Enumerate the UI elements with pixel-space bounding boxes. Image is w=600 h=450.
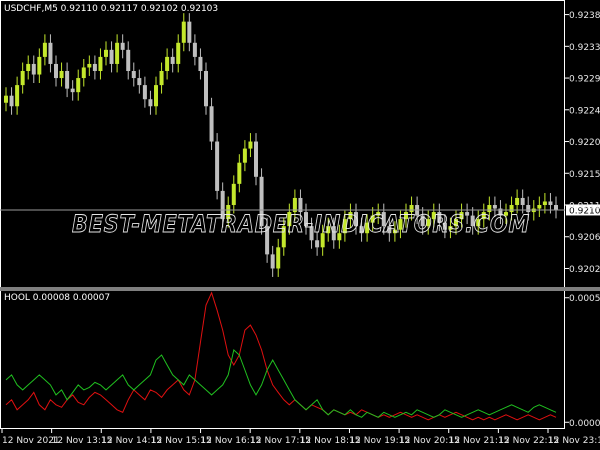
candle-body xyxy=(81,67,86,79)
candle-body xyxy=(20,71,25,86)
price-tick-label: 0.92110 xyxy=(569,202,600,212)
price-tick-label: 0.92020 xyxy=(569,265,600,275)
price-tick-label: 0.92290 xyxy=(569,75,600,85)
candle-body xyxy=(237,162,242,184)
candle-body xyxy=(120,42,125,50)
candle-body xyxy=(65,71,70,89)
candle-body xyxy=(31,63,36,75)
time-tick-label: 12 Nov 23:15 xyxy=(548,436,600,446)
candle-body xyxy=(26,63,31,72)
candle-body xyxy=(76,78,81,93)
candle-body xyxy=(109,49,114,64)
candle-body xyxy=(98,56,103,72)
candle-body xyxy=(165,56,170,72)
candle-body xyxy=(92,63,97,72)
indicator-lines-group xyxy=(5,291,557,421)
pane-separator[interactable] xyxy=(0,287,600,291)
candle-body xyxy=(70,88,75,93)
candle-body xyxy=(554,205,558,210)
candle-body xyxy=(87,63,92,68)
candle-body xyxy=(154,85,158,107)
candle-body xyxy=(537,205,542,209)
candle-body xyxy=(204,71,208,107)
candle-body xyxy=(159,71,164,86)
candle-body xyxy=(254,141,258,177)
candle-body xyxy=(137,78,142,86)
candle-body xyxy=(492,205,497,209)
price-tick-label: 0.92245 xyxy=(569,106,600,116)
candle-body xyxy=(48,42,53,64)
candle-body xyxy=(276,247,281,269)
watermark-text: BEST-METATRADER-INDICATORS.COM xyxy=(72,210,530,238)
time-axis: 12 Nov 202112 Nov 13:1512 Nov 14:1512 No… xyxy=(1,429,600,446)
candle-body xyxy=(215,141,220,191)
price-axis: 0.92380 0.92335 0.92290 0.92245 0.92200 0.921… xyxy=(565,11,600,275)
price-tick-label: 0.92155 xyxy=(569,170,600,180)
candle-body xyxy=(15,85,20,107)
candle-body xyxy=(42,42,47,57)
indicator-line-2 xyxy=(5,349,557,418)
price-tick-label: 0.92065 xyxy=(569,233,600,243)
candle-body xyxy=(231,183,236,206)
candle-body xyxy=(198,56,203,72)
indicator-title: HOOL 0.00008 0.00007 xyxy=(4,293,110,303)
candle-body xyxy=(542,201,547,206)
candle-body xyxy=(248,141,253,149)
price-tick-label: 0.92335 xyxy=(569,43,600,53)
indicator-pane-frame xyxy=(0,290,565,429)
candle-body xyxy=(148,99,153,107)
candle-body xyxy=(515,197,520,206)
chart-canvas[interactable]: 0.92103 0.923800.923350.922900.922450.92… xyxy=(0,0,600,450)
price-tick-label: 0.92200 xyxy=(569,138,600,148)
candle-body xyxy=(192,42,197,57)
candle-body xyxy=(54,63,58,79)
candle-body xyxy=(548,201,553,206)
candle-body xyxy=(104,49,108,57)
candle-body xyxy=(187,21,192,43)
indicator-line-1 xyxy=(5,291,557,421)
candle-body xyxy=(520,197,525,206)
candle-body xyxy=(270,254,275,269)
candle-body xyxy=(315,240,320,248)
candle-body xyxy=(170,56,175,64)
candle-body xyxy=(176,42,181,64)
candle-body xyxy=(131,71,136,79)
candle-body xyxy=(59,71,64,79)
candle-body xyxy=(242,148,247,163)
candle-body xyxy=(209,106,214,142)
candle-body xyxy=(142,85,147,100)
candle-body xyxy=(37,56,42,75)
price-tick-label: 0.92380 xyxy=(569,11,600,21)
candle-body xyxy=(115,42,120,64)
indicator-tick-label: 0.00053 xyxy=(569,294,600,304)
candle-body xyxy=(4,95,8,103)
candle-body xyxy=(9,95,14,107)
candle-body xyxy=(181,21,186,43)
main-chart-title: USDCHF,M5 0.92110 0.92117 0.92102 0.9210… xyxy=(4,4,218,14)
indicator-tick-label: 0.00003 xyxy=(569,419,600,429)
candle-body xyxy=(126,49,131,72)
indicator-axis: 0.00053 0.00003 xyxy=(565,294,600,429)
